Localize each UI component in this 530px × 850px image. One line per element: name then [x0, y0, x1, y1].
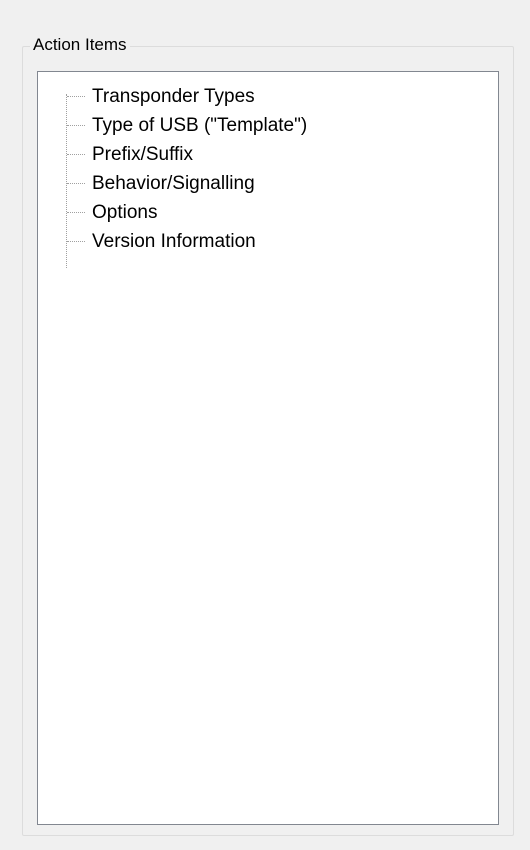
tree-branch-line [67, 183, 85, 184]
tree-branch-line [67, 154, 85, 155]
tree-item-label: Options [92, 201, 158, 223]
tree-item-type-of-usb[interactable]: Type of USB ("Template") [38, 111, 307, 140]
tree-item-label: Transponder Types [92, 85, 255, 107]
tree-item-transponder-types[interactable]: Transponder Types [38, 82, 307, 111]
tree-branch-line [67, 125, 85, 126]
tree-branch-line [67, 96, 85, 97]
tree-item-label: Type of USB ("Template") [92, 114, 308, 136]
tree-branch-line [67, 212, 85, 213]
tree-item-version-information[interactable]: Version Information [38, 227, 307, 256]
tree-list: Transponder Types Type of USB ("Template… [38, 82, 307, 256]
tree-item-prefix-suffix[interactable]: Prefix/Suffix [38, 140, 307, 169]
tree-item-label: Version Information [92, 230, 256, 252]
tree-item-label: Prefix/Suffix [92, 143, 194, 165]
tree-item-options[interactable]: Options [38, 198, 307, 227]
tree-item-label: Behavior/Signalling [92, 172, 255, 194]
tree-item-behavior-signalling[interactable]: Behavior/Signalling [38, 169, 307, 198]
groupbox-caption: Action Items [30, 34, 130, 56]
action-items-tree[interactable]: Transponder Types Type of USB ("Template… [37, 71, 499, 825]
tree-branch-line [67, 241, 85, 242]
